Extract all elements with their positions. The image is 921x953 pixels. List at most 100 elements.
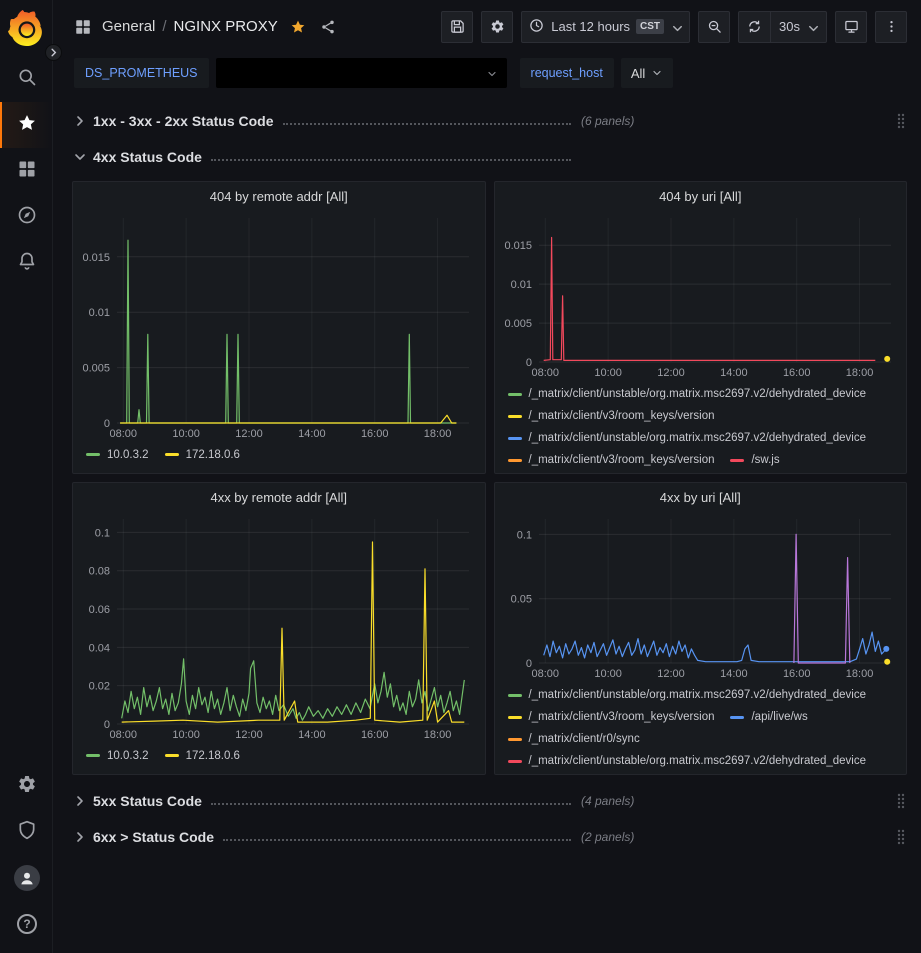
chart-svg: 08:0010:0012:0014:0016:0018:0000.0050.01… bbox=[73, 210, 485, 441]
top-nav: General / NGINX PROXY Last 12 hours CST bbox=[53, 0, 921, 53]
legend-series-swatch bbox=[508, 393, 522, 396]
svg-text:0.005: 0.005 bbox=[82, 363, 110, 375]
legend-item[interactable]: /api/live/ws bbox=[730, 711, 807, 723]
svg-text:0.02: 0.02 bbox=[89, 681, 110, 693]
panel-legend: /_matrix/client/unstable/org.matrix.msc2… bbox=[495, 681, 907, 774]
request-host-variable-label[interactable]: request_host bbox=[520, 58, 614, 88]
svg-text:10:00: 10:00 bbox=[172, 729, 200, 741]
dashboard-settings-button[interactable] bbox=[481, 11, 513, 43]
legend-series-label: /_matrix/client/v3/room_keys/version bbox=[529, 711, 715, 723]
svg-text:0: 0 bbox=[104, 719, 110, 731]
chart-4xx-by-remote-addr[interactable]: 08:0010:0012:0014:0016:0018:0000.020.040… bbox=[73, 511, 485, 742]
refresh-group: 30s bbox=[738, 11, 827, 43]
svg-text:14:00: 14:00 bbox=[298, 729, 326, 741]
bell-icon bbox=[17, 251, 37, 276]
legend-item[interactable]: 10.0.3.2 bbox=[86, 750, 149, 762]
sidebar-expand-button[interactable] bbox=[45, 44, 62, 61]
row-header-1xx-3xx-2xx[interactable]: 1xx - 3xx - 2xx Status Code (6 panels) bbox=[72, 107, 907, 135]
request-host-variable-dropdown[interactable]: All bbox=[621, 58, 673, 88]
svg-text:14:00: 14:00 bbox=[720, 668, 748, 680]
sidebar-item-explore[interactable] bbox=[0, 194, 53, 240]
svg-text:12:00: 12:00 bbox=[657, 668, 685, 680]
sidebar-item-configuration[interactable] bbox=[0, 763, 53, 809]
legend-series-swatch bbox=[508, 738, 522, 741]
sidebar-item-server-admin[interactable] bbox=[0, 809, 53, 855]
panel-title[interactable]: 4xx by uri [All] bbox=[495, 483, 907, 511]
svg-text:08:00: 08:00 bbox=[531, 668, 559, 680]
legend-item[interactable]: /_matrix/client/unstable/org.matrix.msc2… bbox=[508, 755, 867, 767]
sidebar-item-help[interactable]: ? bbox=[0, 901, 53, 947]
datasource-variable-input[interactable] bbox=[216, 58, 507, 88]
svg-text:18:00: 18:00 bbox=[424, 729, 452, 741]
dashboard-title[interactable]: NGINX PROXY bbox=[174, 18, 278, 35]
legend-item[interactable]: /sw.js bbox=[730, 454, 779, 466]
svg-text:0: 0 bbox=[525, 658, 531, 670]
legend-series-label: /api/live/ws bbox=[751, 711, 807, 723]
sidebar-item-profile[interactable] bbox=[0, 855, 53, 901]
svg-text:12:00: 12:00 bbox=[657, 367, 685, 379]
row-header-4xx[interactable]: 4xx Status Code bbox=[72, 143, 907, 171]
row-drag-handle-icon[interactable] bbox=[895, 112, 907, 130]
time-range-picker[interactable]: Last 12 hours CST bbox=[521, 11, 690, 43]
legend-item[interactable]: 172.18.0.6 bbox=[165, 750, 240, 762]
svg-text:0.01: 0.01 bbox=[89, 307, 110, 319]
share-icon[interactable] bbox=[320, 19, 336, 35]
svg-text:16:00: 16:00 bbox=[361, 428, 389, 440]
tv-mode-button[interactable] bbox=[835, 11, 867, 43]
legend-series-swatch bbox=[165, 754, 179, 757]
legend-item[interactable]: 10.0.3.2 bbox=[86, 449, 149, 461]
sidebar-item-search[interactable] bbox=[0, 56, 53, 102]
svg-text:16:00: 16:00 bbox=[782, 668, 810, 680]
sidebar-item-alerting[interactable] bbox=[0, 240, 53, 286]
row-drag-handle-icon[interactable] bbox=[895, 828, 907, 846]
svg-text:08:00: 08:00 bbox=[531, 367, 559, 379]
legend-item[interactable]: /_matrix/client/v3/room_keys/version bbox=[508, 711, 715, 723]
compass-icon bbox=[17, 205, 37, 230]
legend-item[interactable]: /_matrix/client/v3/room_keys/version bbox=[508, 454, 715, 466]
svg-text:0.05: 0.05 bbox=[510, 594, 531, 606]
datasource-variable-label[interactable]: DS_PROMETHEUS bbox=[74, 58, 209, 88]
legend-item[interactable]: /_matrix/client/v3/room_keys/version bbox=[508, 410, 715, 422]
legend-item[interactable]: 172.18.0.6 bbox=[165, 449, 240, 461]
svg-text:0.1: 0.1 bbox=[95, 527, 110, 539]
panel-title[interactable]: 404 by uri [All] bbox=[495, 182, 907, 210]
row-title: 4xx Status Code bbox=[93, 149, 202, 165]
chart-404-by-remote-addr[interactable]: 08:0010:0012:0014:0016:0018:0000.0050.01… bbox=[73, 210, 485, 441]
row-header-6xx[interactable]: 6xx > Status Code (2 panels) bbox=[72, 823, 907, 851]
apps-icon bbox=[74, 18, 92, 36]
legend-series-label: /_matrix/client/unstable/org.matrix.msc2… bbox=[529, 432, 867, 444]
zoom-out-button[interactable] bbox=[698, 11, 730, 43]
grafana-logo-icon[interactable] bbox=[8, 10, 44, 46]
legend-series-swatch bbox=[508, 437, 522, 440]
legend-item[interactable]: /_matrix/client/r0/sync bbox=[508, 733, 640, 745]
legend-series-label: /_matrix/client/unstable/org.matrix.msc2… bbox=[529, 388, 867, 400]
legend-series-swatch bbox=[508, 459, 522, 462]
sidebar-item-dashboards[interactable] bbox=[0, 148, 53, 194]
svg-text:16:00: 16:00 bbox=[782, 367, 810, 379]
svg-text:18:00: 18:00 bbox=[845, 367, 873, 379]
legend-item[interactable]: /_matrix/client/unstable/org.matrix.msc2… bbox=[508, 388, 867, 400]
legend-item[interactable]: /_matrix/client/unstable/org.matrix.msc2… bbox=[508, 689, 867, 701]
svg-text:18:00: 18:00 bbox=[845, 668, 873, 680]
legend-series-label: /_matrix/client/v3/room_keys/version bbox=[529, 454, 715, 466]
timezone-badge: CST bbox=[636, 19, 664, 34]
refresh-button[interactable] bbox=[739, 12, 770, 42]
row-drag-handle-icon[interactable] bbox=[895, 792, 907, 810]
chart-404-by-uri[interactable]: 08:0010:0012:0014:0016:0018:0000.0050.01… bbox=[495, 210, 907, 380]
refresh-interval-dropdown[interactable]: 30s bbox=[770, 12, 826, 42]
svg-text:14:00: 14:00 bbox=[298, 428, 326, 440]
favorite-star-icon[interactable] bbox=[290, 19, 306, 35]
svg-text:14:00: 14:00 bbox=[720, 367, 748, 379]
row-title: 5xx Status Code bbox=[93, 793, 202, 809]
legend-item[interactable]: /_matrix/client/unstable/org.matrix.msc2… bbox=[508, 432, 867, 444]
row-header-5xx[interactable]: 5xx Status Code (4 panels) bbox=[72, 787, 907, 815]
kebab-menu-button[interactable] bbox=[875, 11, 907, 43]
svg-text:10:00: 10:00 bbox=[594, 367, 622, 379]
shield-icon bbox=[17, 820, 37, 845]
breadcrumb-folder[interactable]: General bbox=[102, 18, 155, 35]
panel-title[interactable]: 4xx by remote addr [All] bbox=[73, 483, 485, 511]
save-dashboard-button[interactable] bbox=[441, 11, 473, 43]
sidebar-item-starred[interactable] bbox=[0, 102, 53, 148]
panel-title[interactable]: 404 by remote addr [All] bbox=[73, 182, 485, 210]
chart-4xx-by-uri[interactable]: 08:0010:0012:0014:0016:0018:0000.050.1 bbox=[495, 511, 907, 681]
